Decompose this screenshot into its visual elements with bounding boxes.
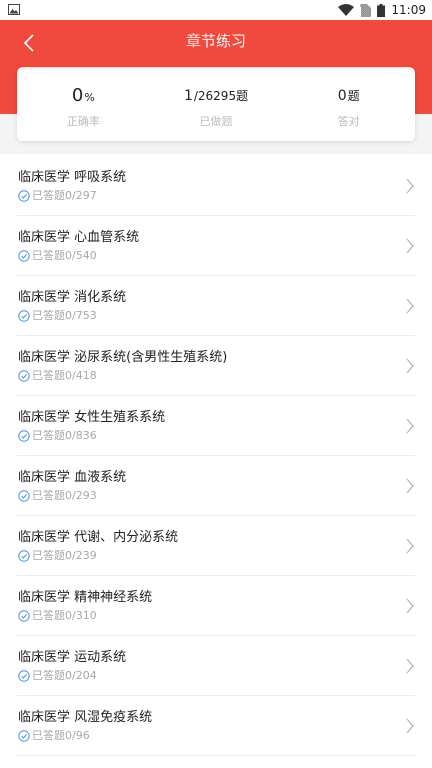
item-title: 临床医学 消化系统	[18, 290, 127, 305]
stat-value: 0	[71, 85, 84, 106]
chevron-right-icon	[406, 478, 414, 494]
chevron-right-icon	[406, 418, 414, 434]
check-circle-icon	[18, 490, 30, 502]
check-circle-icon	[18, 610, 30, 622]
stat-label: 正确率	[66, 115, 100, 128]
item-title: 临床医学 女性生殖系系统	[18, 410, 166, 425]
item-title: 临床医学 精神神经系统	[18, 590, 153, 605]
check-circle-icon	[18, 430, 30, 442]
item-progress: 已答题0/540	[32, 249, 97, 262]
list-item[interactable]: 临床医学 血液系统 已答题0/293	[17, 456, 415, 516]
chevron-right-icon	[406, 598, 414, 614]
item-title: 临床医学 代谢、内分泌系统	[18, 530, 179, 545]
stat-done: 1 /26295题 已做题	[150, 67, 283, 141]
item-progress: 已答题0/239	[32, 549, 97, 562]
check-circle-icon	[18, 670, 30, 682]
battery-icon	[377, 3, 386, 17]
stat-value: 0	[337, 88, 347, 104]
list-item[interactable]: 临床医学 运动系统 已答题0/204	[17, 636, 415, 696]
list-item[interactable]: 临床医学 代谢、内分泌系统 已答题0/239	[17, 516, 415, 576]
list-item[interactable]: 临床医学 风湿免疫系统 已答题0/96	[17, 696, 415, 756]
clock: 11:09	[391, 3, 426, 17]
stat-unit: 题	[347, 89, 360, 103]
item-title: 临床医学 风湿免疫系统	[18, 710, 153, 725]
chevron-right-icon	[406, 538, 414, 554]
check-circle-icon	[18, 190, 30, 202]
stat-value: 1	[183, 88, 193, 104]
item-progress: 已答题0/293	[32, 489, 97, 502]
item-progress: 已答题0/753	[32, 309, 97, 322]
gallery-notification-icon	[8, 4, 20, 15]
check-circle-icon	[18, 310, 30, 322]
list-item[interactable]: 临床医学 泌尿系统(含男性生殖系统) 已答题0/418	[17, 336, 415, 396]
chevron-right-icon	[406, 298, 414, 314]
item-title: 临床医学 运动系统	[18, 650, 127, 665]
item-progress: 已答题0/310	[32, 609, 97, 622]
stat-label: 已做题	[199, 115, 233, 128]
item-progress: 已答题0/297	[32, 189, 97, 202]
chevron-right-icon	[406, 358, 414, 374]
stat-correct: 0 题 答对	[282, 67, 415, 141]
list-item[interactable]: 临床医学 精神神经系统 已答题0/310	[17, 576, 415, 636]
wifi-icon	[338, 4, 355, 16]
stat-label: 答对	[337, 115, 360, 128]
item-progress: 已答题0/96	[32, 729, 90, 742]
no-sim-icon	[360, 3, 372, 17]
list-item[interactable]: 临床医学 女性生殖系系统 已答题0/836	[17, 396, 415, 456]
page-title: 章节练习	[185, 32, 246, 50]
check-circle-icon	[18, 370, 30, 382]
status-bar: 11:09	[0, 0, 432, 20]
list-item[interactable]: 临床医学 消化系统 已答题0/753	[17, 276, 415, 336]
stat-unit: /26295题	[193, 89, 249, 103]
check-circle-icon	[18, 550, 30, 562]
item-title: 临床医学 呼吸系统	[18, 170, 127, 185]
stat-unit: %	[84, 91, 95, 104]
chevron-right-icon	[406, 718, 414, 734]
stats-card: 0 % 正确率 1 /26295题 已做题 0 题 答对	[17, 67, 415, 141]
chapter-list: 临床医学 呼吸系统 已答题0/297 临床医学 心血管系统 已答题0/540 临…	[0, 156, 432, 756]
item-progress: 已答题0/836	[32, 429, 97, 442]
item-progress: 已答题0/204	[32, 669, 97, 682]
item-title: 临床医学 泌尿系统(含男性生殖系统)	[18, 350, 228, 365]
check-circle-icon	[18, 250, 30, 262]
stat-accuracy: 0 % 正确率	[17, 67, 150, 141]
item-title: 临床医学 心血管系统	[18, 230, 140, 245]
chevron-right-icon	[406, 238, 414, 254]
check-circle-icon	[18, 730, 30, 742]
list-item[interactable]: 临床医学 心血管系统 已答题0/540	[17, 216, 415, 276]
chevron-right-icon	[406, 178, 414, 194]
chevron-right-icon	[406, 658, 414, 674]
list-item[interactable]: 临床医学 呼吸系统 已答题0/297	[17, 156, 415, 216]
item-progress: 已答题0/418	[32, 369, 97, 382]
item-title: 临床医学 血液系统	[18, 470, 127, 485]
